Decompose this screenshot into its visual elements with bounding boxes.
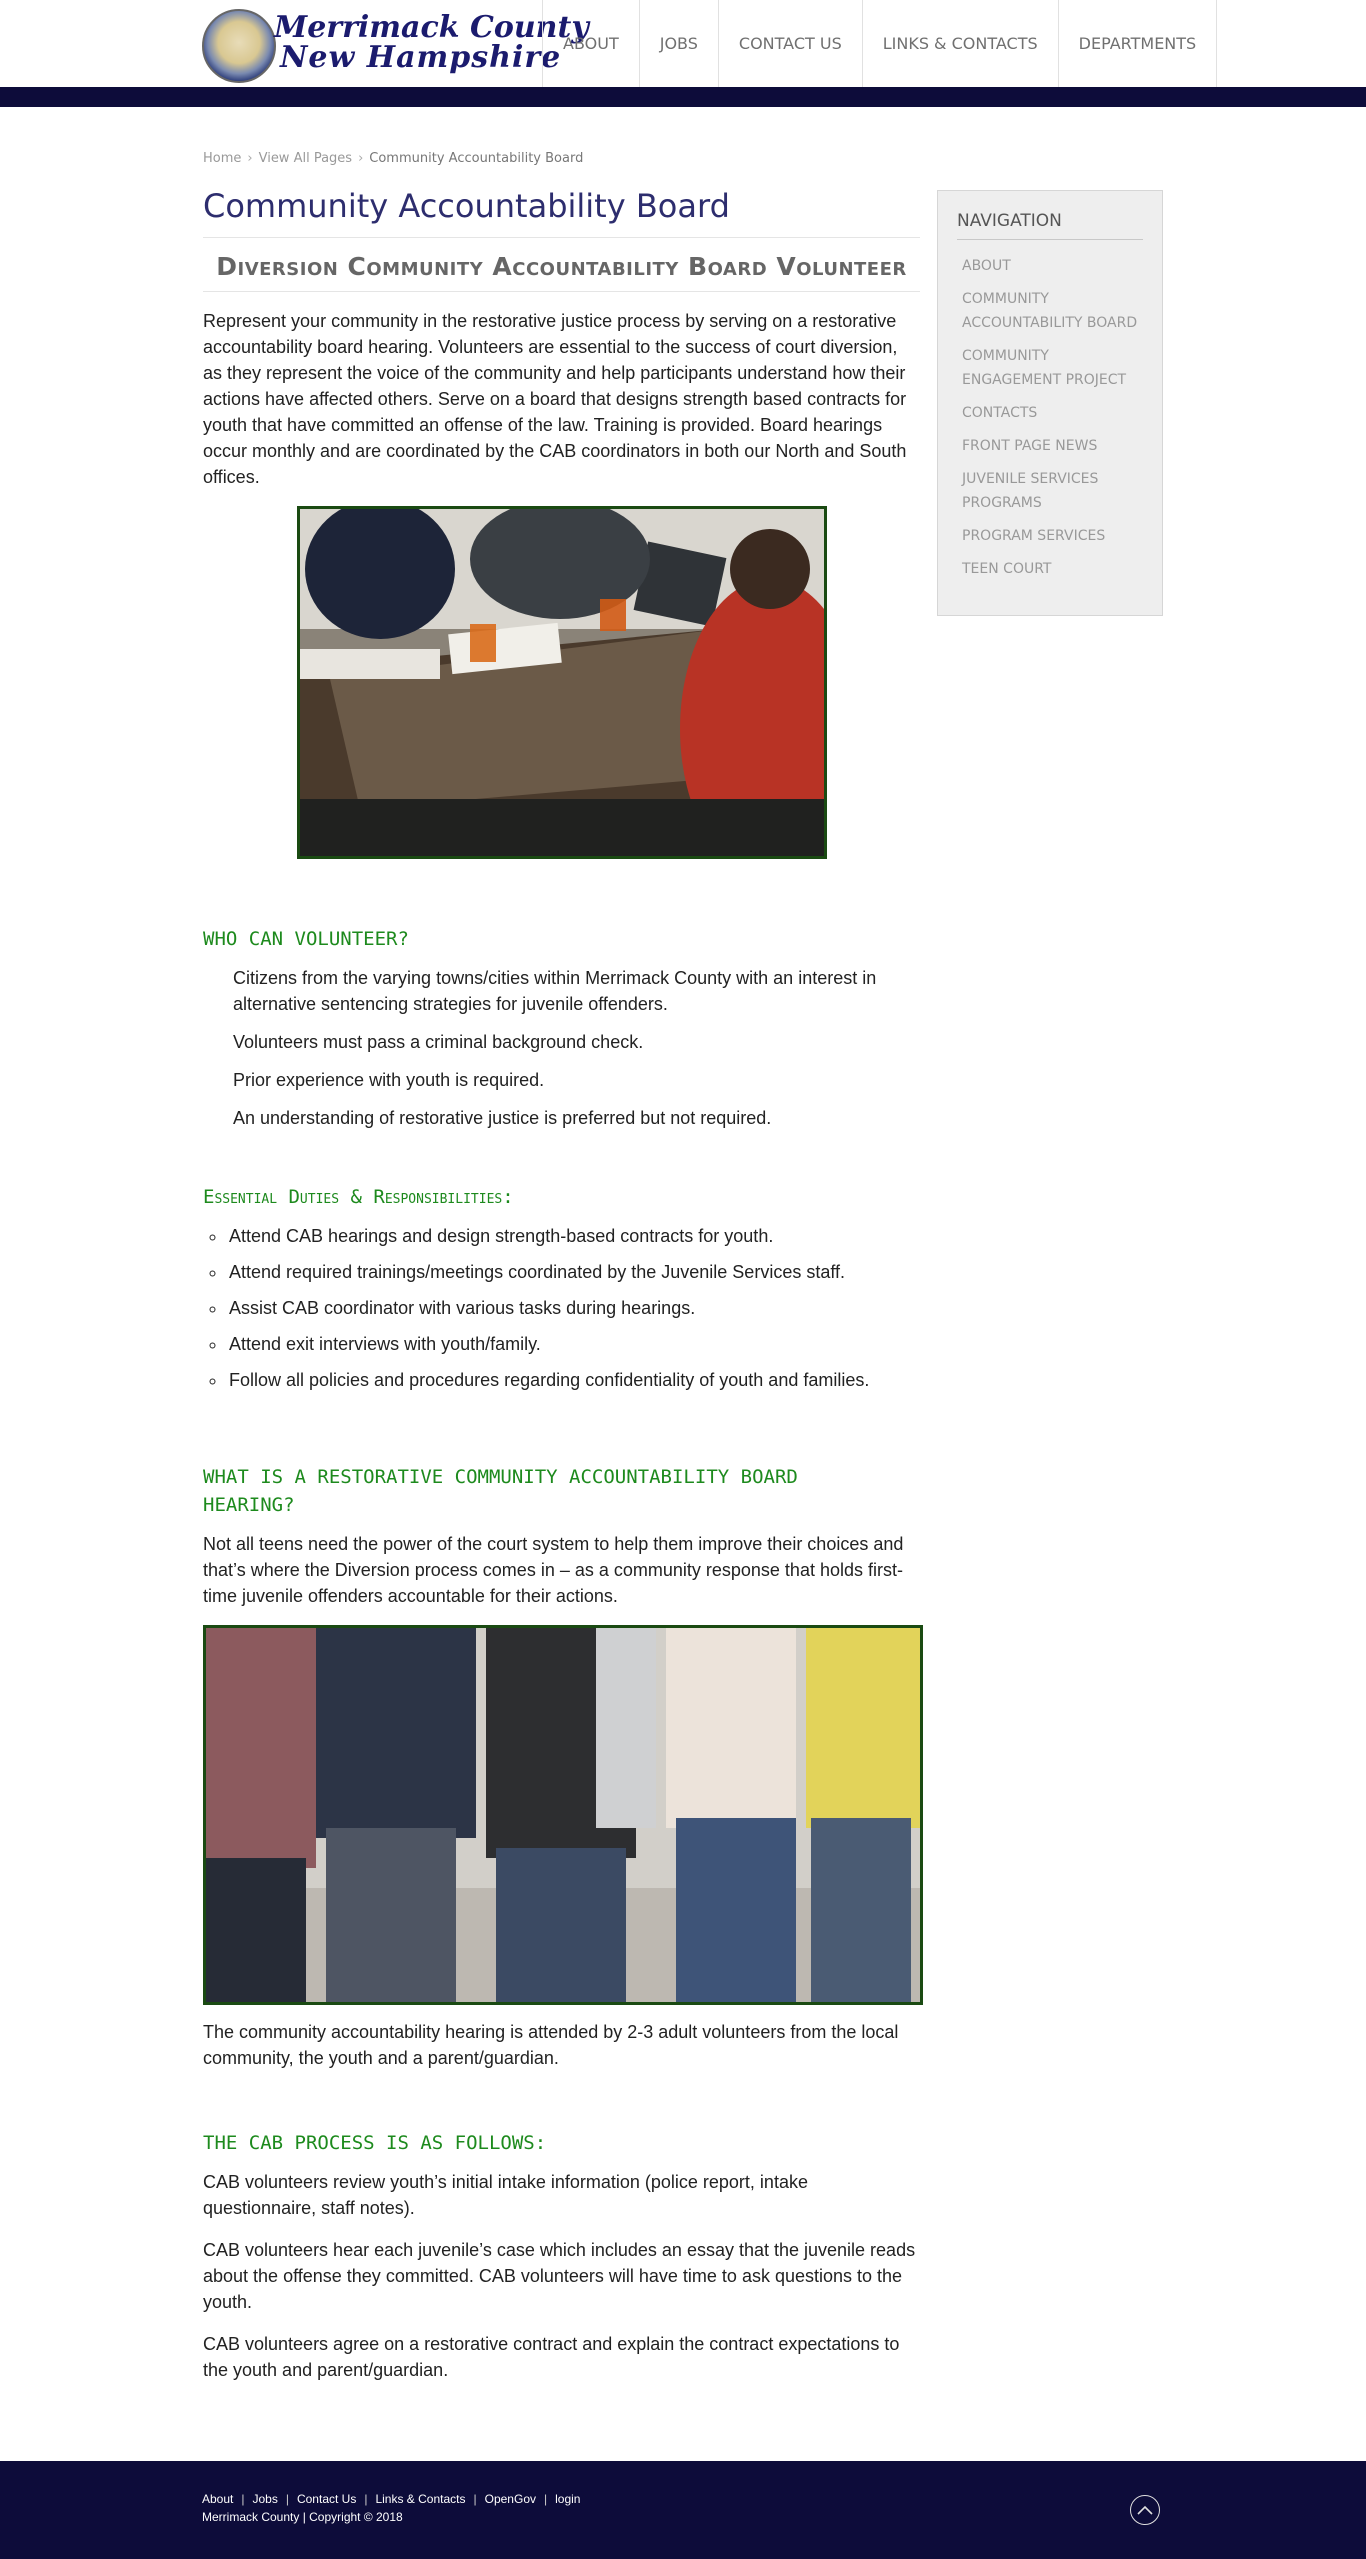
hearing-paragraph: The community accountability hearing is … [203, 2022, 899, 2068]
list-item: Volunteers must pass a criminal backgrou… [233, 1032, 644, 1052]
sidebar-item-about[interactable]: ABOUT [962, 250, 1143, 283]
sidebar-item-program-services[interactable]: PROGRAM SERVICES [962, 520, 1143, 553]
list-item: Follow all policies and procedures regar… [227, 1367, 920, 1393]
duties-heading: Essential Duties & Responsibilities: [203, 1186, 514, 1208]
list-item: Prior experience with youth is required. [233, 1070, 545, 1090]
process-item: CAB volunteers review youth’s initial in… [203, 2172, 808, 2218]
main-nav: ABOUT JOBS CONTACT US LINKS & CONTACTS D… [542, 0, 1218, 87]
sidebar-item-front-page-news[interactable]: FRONT PAGE NEWS [962, 430, 1143, 463]
sidebar-item-community-accountability-board[interactable]: COMMUNITY ACCOUNTABILITY BOARD [962, 283, 1143, 340]
what-paragraph: Not all teens need the power of the cour… [203, 1534, 904, 1606]
sidebar-item-contacts[interactable]: CONTACTS [962, 397, 1143, 430]
footer-link-login[interactable]: login [555, 2492, 580, 2506]
list-item: Assist CAB coordinator with various task… [227, 1295, 920, 1321]
who-heading: WHO CAN VOLUNTEER? [203, 928, 409, 950]
list-item: Citizens from the varying towns/cities w… [233, 968, 877, 1014]
who-list: Citizens from the varying towns/cities w… [203, 965, 920, 1131]
sidebar-item-community-engagement-project[interactable]: COMMUNITY ENGAGEMENT PROJECT [962, 340, 1143, 397]
meeting-photo-art [299, 509, 824, 856]
chevron-right-icon: › [247, 151, 253, 166]
copyright-text: Merrimack County | Copyright © 2018 [202, 2510, 403, 2524]
chevron-right-icon: › [358, 151, 364, 166]
process-item: CAB volunteers hear each juvenile’s case… [203, 2240, 916, 2312]
nav-departments[interactable]: DEPARTMENTS [1057, 0, 1218, 87]
footer-link-contact-us[interactable]: Contact Us [297, 2492, 356, 2506]
breadcrumb-view-all[interactable]: View All Pages [259, 151, 352, 166]
meeting-photo [296, 506, 827, 859]
site-footer: About | Jobs | Contact Us | Links & Contacts | O… [0, 2461, 1366, 2559]
breadcrumb-current: Community Accountability Board [369, 151, 584, 166]
group-photo-art [206, 1628, 920, 2002]
sidebar-heading: NAVIGATION [957, 211, 1143, 240]
footer-link-jobs[interactable]: Jobs [252, 2492, 277, 2506]
list-item: Attend exit interviews with youth/family… [227, 1331, 920, 1357]
sidebar-navigation: NAVIGATION ABOUT COMMUNITY ACCOUNTABILIT… [937, 190, 1163, 616]
nav-jobs[interactable]: JOBS [638, 0, 718, 87]
sidebar-item-juvenile-services-programs[interactable]: JUVENILE SERVICES PROGRAMS [962, 463, 1143, 520]
back-to-top-icon[interactable] [1130, 2495, 1160, 2525]
nav-links-contacts[interactable]: LINKS & CONTACTS [861, 0, 1058, 87]
header-bar [0, 87, 1366, 107]
county-seal-icon [202, 9, 276, 83]
list-item: Attend CAB hearings and design strength-… [227, 1223, 920, 1249]
nav-contact-us[interactable]: CONTACT US [717, 0, 862, 87]
process-heading: THE CAB PROCESS IS AS FOLLOWS: [203, 2132, 547, 2154]
site-logo[interactable]: Merrimack County New Hampshire [202, 9, 589, 83]
list-item: Attend required trainings/meetings coord… [227, 1259, 920, 1285]
page-subtitle: Diversion Community Accountability Board… [203, 252, 920, 292]
footer-link-opengov[interactable]: OpenGov [485, 2492, 536, 2506]
intro-paragraph: Represent your community in the restorat… [203, 311, 907, 487]
what-heading: WHAT IS A RESTORATIVE COMMUNITY ACCOUNTA… [203, 1466, 798, 1516]
footer-links: About | Jobs | Contact Us | Links & Contacts | O… [202, 2492, 581, 2506]
site-header: Merrimack County New Hampshire ABOUT JOB… [0, 0, 1366, 87]
duties-list: Attend CAB hearings and design strength-… [203, 1223, 920, 1393]
main-content: Community Accountability Board Diversion… [203, 187, 923, 2383]
sidebar-list: ABOUT COMMUNITY ACCOUNTABILITY BOARD COM… [957, 250, 1143, 586]
sidebar-item-teen-court[interactable]: TEEN COURT [962, 553, 1143, 586]
breadcrumb-home[interactable]: Home [203, 151, 241, 166]
breadcrumb: Home › View All Pages › Community Accountabi… [203, 151, 583, 166]
page-title: Community Accountability Board [203, 187, 920, 238]
footer-link-links-contacts[interactable]: Links & Contacts [375, 2492, 465, 2506]
footer-link-about[interactable]: About [202, 2492, 233, 2506]
nav-about[interactable]: ABOUT [542, 0, 639, 87]
list-item: An understanding of restorative justice … [233, 1108, 772, 1128]
process-item: CAB volunteers agree on a restorative co… [203, 2334, 900, 2380]
group-photo [203, 1625, 923, 2005]
